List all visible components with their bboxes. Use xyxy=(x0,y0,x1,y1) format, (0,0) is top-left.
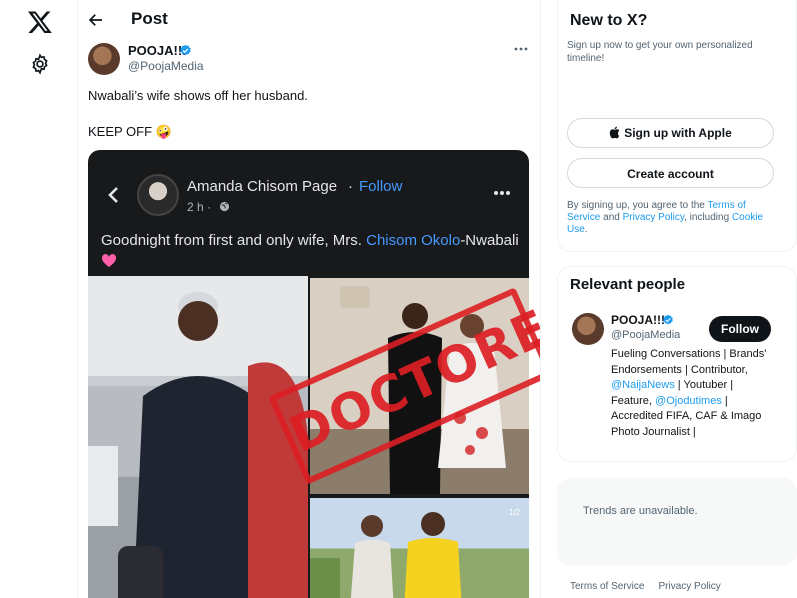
fb-photo-left xyxy=(88,276,308,598)
fb-caption-suffix: -Nwabali xyxy=(460,232,519,249)
page-title: Post xyxy=(131,9,168,28)
bio-link-naijanews[interactable]: @NaijaNews xyxy=(611,379,675,391)
fb-timestamp: 2 h · xyxy=(187,200,212,214)
fb-follow-label: Follow xyxy=(359,178,403,195)
person-avatar[interactable] xyxy=(572,313,604,345)
more-options-icon[interactable] xyxy=(513,44,529,54)
fb-back-icon xyxy=(108,187,118,203)
bio-link-ojodutimes[interactable]: @Ojodutimes xyxy=(655,395,722,407)
legal-including: , including xyxy=(684,212,732,223)
legal-end: . xyxy=(584,224,588,235)
legal-and: and xyxy=(600,212,623,223)
post-column: Post POOJA!!! @PoojaMedia Nwabali’s wife… xyxy=(78,0,541,598)
photo-counter: 1/2 xyxy=(509,508,521,517)
trends-card xyxy=(557,478,797,566)
sign-up-apple-label: Sign up with Apple xyxy=(624,126,732,140)
footer-links: Terms of Service Privacy Policy xyxy=(570,581,735,592)
fb-caption-name: Chisom Okolo xyxy=(366,232,461,249)
post-header: Post xyxy=(78,0,540,40)
author-handle[interactable]: @PoojaMedia xyxy=(128,59,204,73)
footer-terms-link[interactable]: Terms of Service xyxy=(570,581,644,592)
person-handle[interactable]: @PoojaMedia xyxy=(611,329,680,341)
x-logo-icon[interactable] xyxy=(27,9,53,35)
create-account-button[interactable]: Create account xyxy=(567,158,774,188)
globe-icon xyxy=(219,201,230,212)
author-avatar[interactable] xyxy=(88,43,120,75)
post-text: Nwabali’s wife shows off her husband. xyxy=(88,88,308,103)
sign-up-apple-button[interactable]: Sign up with Apple xyxy=(567,118,774,148)
trends-unavailable-text: Trends are unavailable. xyxy=(583,505,698,517)
right-sidebar: New to X? Sign up now to get your own pe… xyxy=(541,0,797,598)
fb-caption: Goodnight from first and only wife, Mrs.… xyxy=(101,230,521,272)
fb-separator: · xyxy=(348,178,353,195)
follow-button[interactable]: Follow xyxy=(709,316,771,342)
verified-badge-icon xyxy=(180,44,191,56)
fb-photo-bottom-right xyxy=(310,498,529,598)
bio-part-1: Fueling Conversations | Brands' Endorsem… xyxy=(611,348,767,376)
fb-more-icon xyxy=(494,191,510,195)
back-arrow-icon[interactable] xyxy=(87,11,105,29)
apple-icon xyxy=(610,126,620,139)
author-name[interactable]: POOJA!!! xyxy=(128,43,187,58)
left-nav xyxy=(0,0,78,598)
heart-icon xyxy=(101,254,117,267)
privacy-link[interactable]: Privacy Policy xyxy=(623,212,685,223)
legal-prefix: By signing up, you agree to the xyxy=(567,200,708,211)
verified-badge-icon xyxy=(663,314,673,325)
fb-page-name: Amanda Chisom Page xyxy=(187,178,338,195)
fb-page-avatar xyxy=(137,174,179,216)
relevant-people-title: Relevant people xyxy=(570,276,686,293)
footer-privacy-link[interactable]: Privacy Policy xyxy=(658,581,720,592)
fb-caption-prefix: Goodnight from first and only wife, Mrs. xyxy=(101,232,367,249)
signup-title: New to X? xyxy=(570,12,648,29)
gear-icon[interactable] xyxy=(29,53,51,75)
signup-subtitle: Sign up now to get your own personalized… xyxy=(567,40,753,64)
post-text-secondary: KEEP OFF 🤪 xyxy=(88,124,172,139)
signup-legal-text: By signing up, you agree to the Terms of… xyxy=(567,200,775,236)
person-name[interactable]: POOJA!!! xyxy=(611,313,665,327)
person-bio: Fueling Conversations | Brands' Endorsem… xyxy=(611,347,771,440)
